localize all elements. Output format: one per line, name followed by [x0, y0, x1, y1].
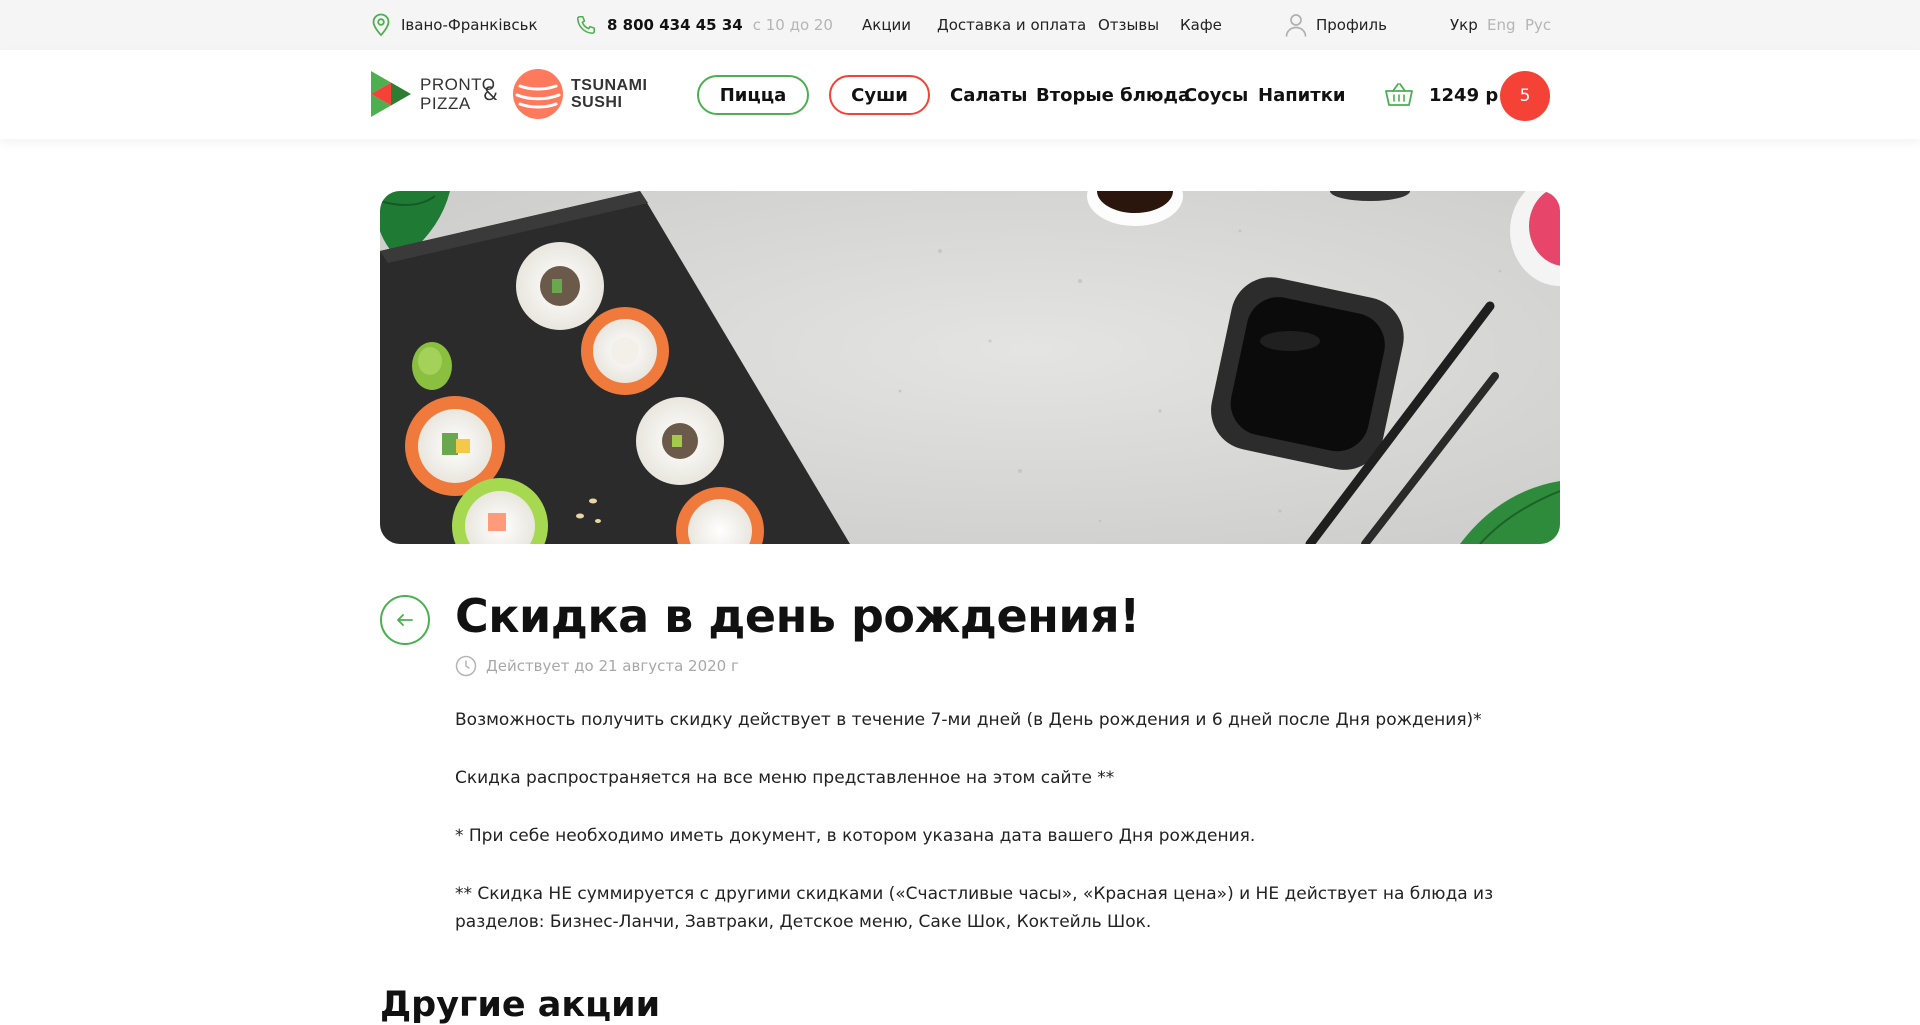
basket-icon: [1385, 83, 1413, 106]
pronto-logo-mark-icon: [371, 71, 411, 117]
lang-label: Укр: [1450, 16, 1478, 34]
nav-label: Суши: [851, 84, 908, 106]
top-bar: Івано-Франківськ 8 800 434 45 34 с 10 до…: [0, 0, 1920, 50]
city-selector[interactable]: Івано-Франківськ: [371, 0, 538, 50]
topbar-link-cafe[interactable]: Кафе: [1180, 0, 1222, 50]
topbar-link-reviews[interactable]: Отзывы: [1098, 0, 1159, 50]
other-promos-heading: Другие акции: [380, 985, 661, 1025]
topbar-link-label: Отзывы: [1098, 16, 1160, 34]
logo-ampersand: &: [483, 83, 498, 105]
promo-paragraph: ** Скидка НЕ суммируется с другими скидк…: [455, 884, 1494, 932]
phone-number[interactable]: 8 800 434 45 34: [607, 16, 743, 34]
promo-hero-image: [380, 191, 1560, 544]
topbar-link-label: Акции: [862, 16, 912, 34]
cart-count-badge[interactable]: 5: [1500, 71, 1550, 121]
nav-salads-link[interactable]: Салаты: [950, 75, 1027, 115]
cart-block[interactable]: [1384, 75, 1414, 115]
lang-label: Eng: [1487, 16, 1516, 34]
clock-icon: [455, 655, 477, 677]
nav-drinks-link[interactable]: Напитки: [1258, 75, 1346, 115]
main-header: PRONTO PIZZA & TSUNAMI SUSHI Пицца Суши …: [0, 50, 1920, 139]
lang-label: Рус: [1525, 16, 1552, 34]
nav-sauces-link[interactable]: Соусы: [1184, 75, 1248, 115]
user-icon: [1285, 14, 1307, 37]
cart-total[interactable]: 1249 р: [1429, 75, 1498, 115]
nav-label: Соусы: [1184, 84, 1249, 106]
sushi-illustration: [380, 191, 1560, 544]
arrow-left-icon: [397, 614, 413, 626]
tsunami-logo-line1: TSUNAMI: [571, 77, 648, 94]
profile-label: Профиль: [1316, 16, 1387, 34]
tsunami-sushi-logo[interactable]: TSUNAMI SUSHI: [512, 68, 652, 120]
promo-title: Скидка в день рождения!: [455, 589, 1140, 643]
profile-link[interactable]: Профиль: [1284, 0, 1387, 50]
promo-paragraph: Скидка распространяется на все меню пред…: [455, 768, 1115, 788]
lang-ukr[interactable]: Укр: [1450, 0, 1478, 50]
working-hours: с 10 до 20: [752, 16, 833, 34]
lang-eng[interactable]: Eng: [1487, 0, 1516, 50]
promo-paragraph: * При себе необходимо иметь документ, в …: [455, 826, 1256, 846]
back-button[interactable]: [380, 595, 430, 645]
cart-count-label: 5: [1519, 86, 1531, 106]
nav-sushi-button[interactable]: Суши: [829, 75, 930, 115]
city-label: Івано-Франківськ: [401, 16, 538, 34]
promo-validity: Действует до 21 августа 2020 г: [455, 655, 739, 677]
nav-label: Вторые блюда: [1036, 84, 1191, 106]
promo-paragraph: Возможность получить скидку действует в …: [455, 710, 1482, 730]
pronto-pizza-logo[interactable]: PRONTO PIZZA: [371, 71, 495, 117]
tsunami-logo-mark-icon: [513, 69, 563, 119]
nav-mains-link[interactable]: Вторые блюда: [1036, 75, 1190, 115]
phone-block[interactable]: 8 800 434 45 34 с 10 до 20: [575, 0, 833, 50]
validity-text: Действует до 21 августа 2020 г: [486, 657, 739, 675]
topbar-link-label: Кафе: [1180, 16, 1222, 34]
topbar-link-delivery[interactable]: Доставка и оплата: [937, 0, 1086, 50]
nav-pizza-button[interactable]: Пицца: [697, 75, 809, 115]
lang-rus[interactable]: Рус: [1525, 0, 1551, 50]
nav-label: Пицца: [719, 84, 787, 106]
phone-icon: [576, 15, 596, 35]
nav-label: Напитки: [1258, 84, 1346, 106]
topbar-link-promos[interactable]: Акции: [862, 0, 911, 50]
tsunami-logo-line2: SUSHI: [571, 94, 623, 111]
location-pin-icon: [372, 13, 390, 37]
topbar-link-label: Доставка и оплата: [937, 16, 1087, 34]
nav-label: Салаты: [950, 84, 1028, 106]
